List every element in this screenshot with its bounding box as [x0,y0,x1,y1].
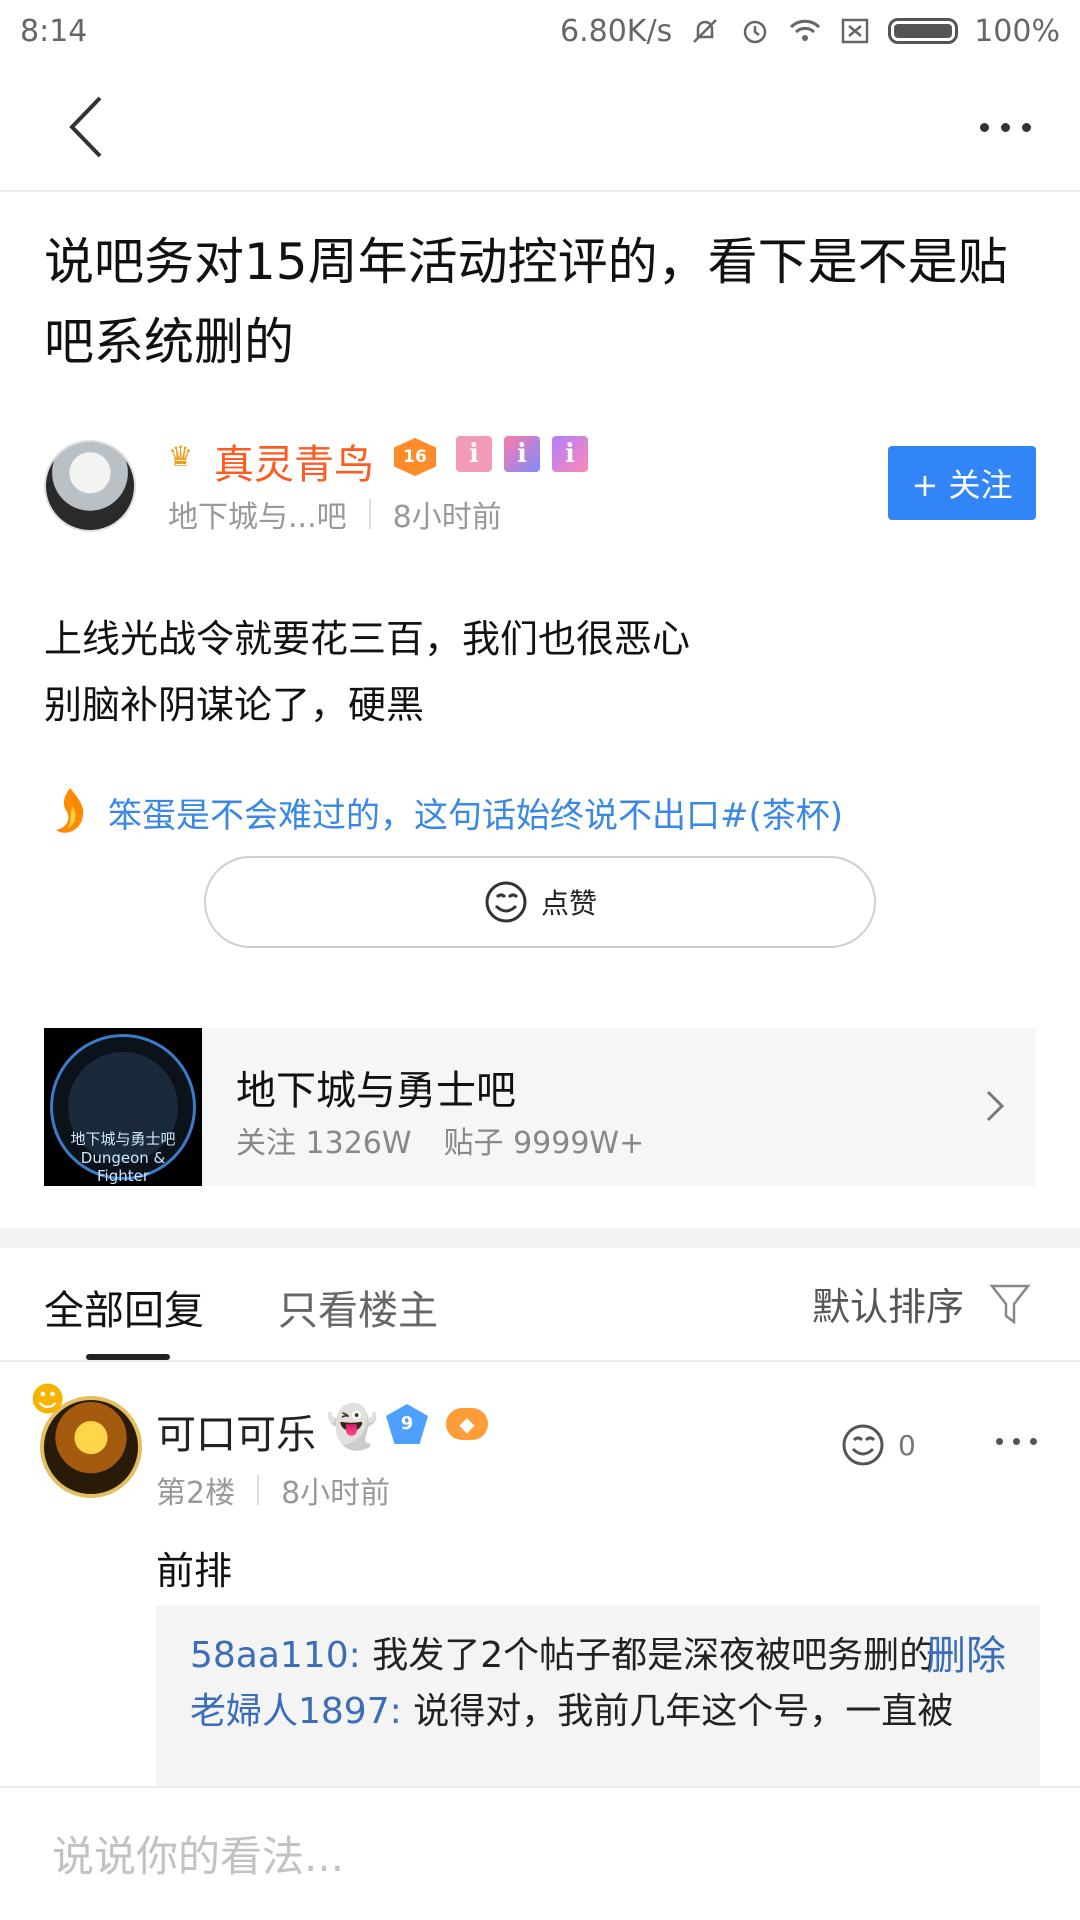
reply-tab-bar: 全部回复 只看楼主 默认排序 [0,1248,1080,1362]
more-dot-icon [979,122,989,132]
bell-mute-icon [688,14,722,48]
tab-active-indicator [86,1354,170,1360]
filter-icon [989,1284,1031,1324]
author-forum[interactable]: 地下城与...吧 [168,492,347,536]
level-badge: 16 [394,438,436,476]
sub-reply-text: 说得对，我前几年这个号，一直被 [413,1691,954,1732]
crown-icon: ♛ [168,440,194,473]
reply-like-count: 0 [898,1428,916,1462]
forum-logo: 地下城与勇士吧 Dungeon & Fighter [44,1028,202,1186]
nav-bar [0,62,1080,192]
status-bar: 8:14 6.80K/s 100% [0,0,1080,62]
avatar-frame-icon: ☻ [30,1380,66,1420]
follow-button[interactable]: + 关注 [888,446,1036,520]
forum-name: 地下城与勇士吧 [236,1068,516,1114]
more-dot-icon [1021,122,1031,132]
status-time: 8:14 [20,13,88,49]
chevron-right-icon [986,1090,1005,1122]
reply-floor: 第2楼 [156,1476,236,1511]
reply-meta: 第2楼 8小时前 [156,1468,390,1512]
delete-button[interactable]: 删除 [926,1628,1006,1684]
section-divider [0,1228,1080,1248]
flame-icon [50,786,90,838]
reply-text: 前排 [156,1549,233,1593]
forum-card[interactable]: 地下城与勇士吧 Dungeon & Fighter 地下城与勇士吧 关注 132… [44,1028,1036,1186]
more-dot-icon [996,1438,1003,1445]
post-time: 8小时前 [392,500,502,535]
comment-input[interactable] [52,1826,1012,1886]
back-button[interactable] [60,92,120,162]
reply-like-button[interactable]: 0 [840,1422,916,1468]
sub-reply-user[interactable]: 58aa110: [190,1635,361,1676]
signature-text[interactable]: 笨蛋是不会难过的，这句话始终说不出口#(茶杯) [108,788,843,837]
author-row: ♛ 真灵青鸟 16 i i i 地下城与...吧 8小时前 + 关注 [44,436,1036,536]
more-button[interactable] [970,112,1040,142]
gamepad-icon: ◆ [446,1408,488,1440]
post-body-line: 别脑补阴谋论了，硬黑 [44,683,425,727]
level-badge: 9 [386,1404,428,1444]
like-button[interactable]: 点赞 [204,856,876,948]
post-body-line: 上线光战令就要花三百，我们也很恶心 [44,617,691,661]
more-dot-icon [1030,1438,1037,1445]
post-title: 说吧务对15周年活动控评的，看下是不是贴吧系统删的 [44,233,1008,371]
sort-button[interactable]: 默认排序 [812,1276,1032,1331]
author-meta: 地下城与...吧 8小时前 [168,492,502,536]
like-label: 点赞 [540,887,597,920]
reply-time: 8小时前 [281,1476,391,1511]
sub-replies[interactable]: 58aa110: 我发了2个帖子都是深夜被吧务删的 删除 老婦人1897: 说得… [156,1606,1040,1806]
reply-more-button[interactable] [996,1438,1037,1445]
network-speed: 6.80K/s [560,13,673,49]
meta-divider [257,1475,260,1505]
status-right: 6.80K/s 100% [560,14,1060,49]
forum-stats: 关注 1326W 贴子 9999W+ [236,1118,644,1162]
alarm-icon [738,14,772,48]
comment-bar [0,1786,1080,1920]
info-badge-icon[interactable]: i [456,436,492,472]
battery-percent: 100% [974,13,1060,49]
forum-posts: 贴子 9999W+ [443,1126,645,1161]
smile-icon [485,881,527,923]
sub-reply-user[interactable]: 老婦人1897: [190,1691,402,1732]
forum-logo-text: 地下城与勇士吧 Dungeon & Fighter [70,1130,176,1185]
signature-row: 笨蛋是不会难过的，这句话始终说不出口#(茶杯) [50,780,1040,844]
chevron-left-icon [69,96,102,158]
wifi-icon [788,14,822,48]
sim-x-icon [838,14,872,48]
info-badge-icon[interactable]: i [552,436,588,472]
sort-label: 默认排序 [811,1285,964,1329]
tab-all-replies[interactable]: 全部回复 [44,1278,204,1336]
author-avatar[interactable] [44,440,136,532]
sub-reply: 老婦人1897: 说得对，我前几年这个号，一直被 [190,1684,1006,1740]
info-badge-icon[interactable]: i [504,436,540,472]
author-name[interactable]: 真灵青鸟 [214,432,374,490]
more-dot-icon [1013,1438,1020,1445]
smile-icon [842,1424,884,1466]
battery-icon [888,18,959,44]
meta-divider [368,499,371,529]
sub-reply-text: 我发了2个帖子都是深夜被吧务删的 [372,1635,936,1676]
tab-op-only[interactable]: 只看楼主 [278,1278,438,1336]
ghost-icon: 👻 [326,1402,379,1451]
reply-username[interactable]: 可口可乐 [156,1402,316,1460]
more-dot-icon [1000,122,1010,132]
forum-followers: 关注 1326W [236,1126,412,1161]
sub-reply: 58aa110: 我发了2个帖子都是深夜被吧务删的 删除 [190,1628,1006,1684]
post-body: 上线光战令就要花三百，我们也很恶心 别脑补阴谋论了，硬黑 [44,606,1034,738]
